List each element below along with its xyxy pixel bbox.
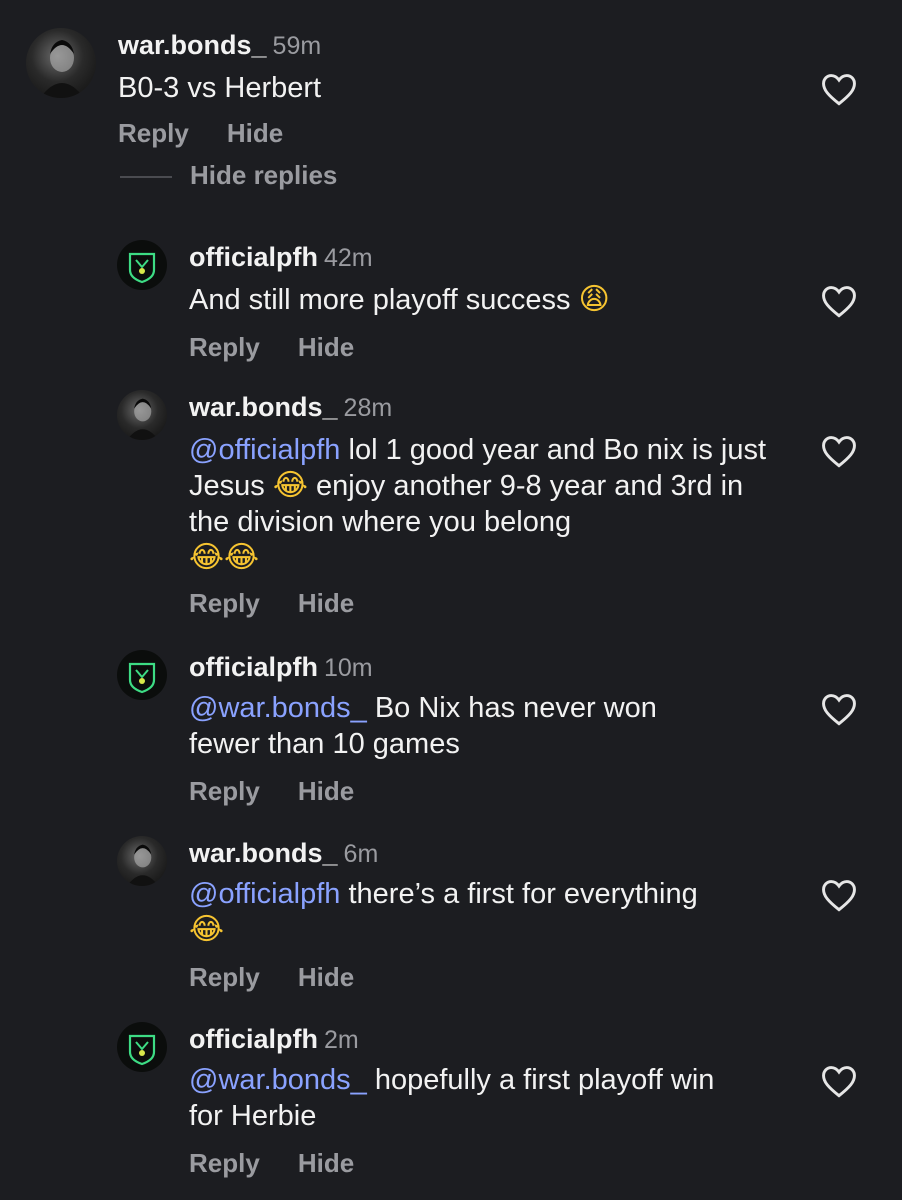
- shield-logo-icon: [128, 1034, 156, 1066]
- username[interactable]: war.bonds_: [189, 838, 338, 868]
- avatar[interactable]: [117, 1022, 167, 1072]
- comment-header: war.bonds_ 6m: [189, 838, 378, 869]
- comment-header: officialpfh 42m: [189, 242, 373, 273]
- comment-text: @officialpfh lol 1 good year and Bo nix …: [189, 432, 789, 576]
- heart-outline-icon[interactable]: [820, 284, 858, 318]
- heart-outline-icon[interactable]: [820, 434, 858, 468]
- heart-outline-icon[interactable]: [820, 1064, 858, 1098]
- avatar[interactable]: [26, 28, 96, 98]
- avatar[interactable]: [117, 836, 167, 886]
- hide-replies-label: Hide replies: [190, 160, 338, 190]
- timestamp: 10m: [324, 654, 373, 682]
- reply-comment: officialpfh 10m @war.bonds_ Bo Nix has ne…: [0, 640, 902, 820]
- timestamp: 6m: [343, 840, 379, 868]
- comment-body: And still more playoff success: [189, 284, 571, 316]
- heart-outline-icon[interactable]: [820, 692, 858, 726]
- reply-button[interactable]: Reply: [189, 776, 260, 807]
- reply-comment: officialpfh 2m @war.bonds_ hopefully a fi…: [0, 1012, 902, 1200]
- username[interactable]: officialpfh: [189, 1024, 318, 1054]
- hide-button[interactable]: Hide: [298, 962, 354, 993]
- shield-logo-icon: [128, 252, 156, 284]
- reply-comment: war.bonds_ 28m @officialpfh lol 1 good ye…: [0, 380, 902, 630]
- reply-button[interactable]: Reply: [189, 1148, 260, 1179]
- comment-text: And still more playoff success 😩: [189, 282, 789, 318]
- username[interactable]: war.bonds_: [118, 30, 267, 60]
- mention-link[interactable]: @war.bonds_: [189, 1064, 367, 1096]
- comment-text: @war.bonds_ hopefully a first playoff wi…: [189, 1062, 749, 1134]
- comment-top: war.bonds_ 59m B0-3 vs Herbert Reply Hide: [0, 0, 902, 160]
- comment-actions: Reply Hide: [189, 332, 392, 363]
- divider-line: [120, 176, 172, 179]
- laughing-tears-emoji: 😂: [272, 468, 308, 503]
- mention-link[interactable]: @officialpfh: [189, 878, 340, 910]
- comment-text: @war.bonds_ Bo Nix has never won fewer t…: [189, 690, 729, 762]
- avatar[interactable]: [117, 650, 167, 700]
- username[interactable]: officialpfh: [189, 652, 318, 682]
- heart-outline-icon[interactable]: [820, 72, 858, 106]
- mention-link[interactable]: @war.bonds_: [189, 692, 367, 724]
- hide-replies-button[interactable]: Hide replies: [120, 160, 337, 192]
- comment-actions: Reply Hide: [189, 1148, 392, 1179]
- username[interactable]: war.bonds_: [189, 392, 338, 422]
- reply-button[interactable]: Reply: [189, 962, 260, 993]
- avatar[interactable]: [117, 390, 167, 440]
- comment-text: B0-3 vs Herbert: [118, 70, 798, 106]
- reply-button[interactable]: Reply: [189, 588, 260, 619]
- reply-comment: war.bonds_ 6m @officialpfh there’s a firs…: [0, 826, 902, 1006]
- comment-header: war.bonds_ 28m: [189, 392, 392, 423]
- hide-button[interactable]: Hide: [298, 1148, 354, 1179]
- person-photo-icon: [127, 844, 159, 886]
- timestamp: 59m: [272, 32, 322, 60]
- timestamp: 42m: [324, 244, 373, 272]
- mention-link[interactable]: @officialpfh: [189, 434, 340, 466]
- timestamp: 2m: [324, 1026, 359, 1054]
- comment-text: @officialpfh there’s a first for everyth…: [189, 876, 789, 948]
- comment-header: war.bonds_ 59m: [118, 30, 321, 61]
- reply-button[interactable]: Reply: [189, 332, 260, 363]
- shield-logo-icon: [128, 662, 156, 694]
- hide-button[interactable]: Hide: [298, 588, 354, 619]
- person-photo-icon: [127, 398, 159, 440]
- weary-face-emoji: 😩: [578, 282, 610, 317]
- reply-comment: officialpfh 42m And still more playoff su…: [0, 230, 902, 380]
- avatar[interactable]: [117, 240, 167, 290]
- laughing-tears-emoji: 😂: [189, 912, 225, 947]
- heart-outline-icon[interactable]: [820, 878, 858, 912]
- comment-header: officialpfh 2m: [189, 1024, 359, 1055]
- person-photo-icon: [40, 40, 84, 98]
- comment-body: B0-3 vs Herbert: [118, 72, 322, 104]
- comment-header: officialpfh 10m: [189, 652, 373, 683]
- username[interactable]: officialpfh: [189, 242, 318, 272]
- comment-body: there’s a first for everything: [340, 878, 698, 910]
- comment-actions: Reply Hide: [189, 588, 392, 619]
- reply-button[interactable]: Reply: [118, 118, 189, 149]
- comment-actions: Reply Hide: [189, 776, 392, 807]
- hide-button[interactable]: Hide: [298, 776, 354, 807]
- laughing-tears-emoji: 😂😂: [189, 540, 260, 575]
- hide-button[interactable]: Hide: [298, 332, 354, 363]
- timestamp: 28m: [343, 394, 393, 422]
- comment-actions: Reply Hide: [189, 962, 392, 993]
- comment-actions: Reply Hide: [118, 118, 321, 149]
- hide-button[interactable]: Hide: [227, 118, 283, 149]
